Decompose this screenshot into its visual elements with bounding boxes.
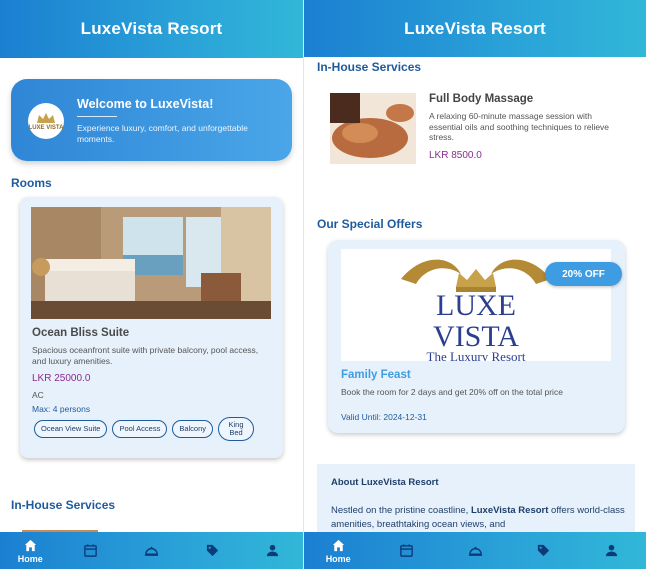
app-title: LuxeVista Resort (404, 18, 546, 38)
service-item[interactable]: Full Body Massage A relaxing 60-minute m… (330, 93, 630, 165)
home-screen-right: LuxeVista Resort In-House Services Full … (303, 0, 646, 569)
service-image (330, 93, 416, 164)
in-house-section-title: In-House Services (317, 60, 422, 74)
room-feature-chips: Ocean View Suite Pool Access Balcony Kin… (34, 417, 255, 441)
app-bar: LuxeVista Resort (0, 0, 303, 58)
nav-offers[interactable] (509, 532, 577, 569)
room-image (31, 207, 271, 319)
welcome-text: Experience luxury, comfort, and unforget… (77, 123, 248, 144)
room-name: Ocean Bliss Suite (32, 327, 130, 339)
home-icon (332, 539, 344, 551)
service-bell-icon (468, 546, 482, 556)
nav-profile[interactable] (578, 532, 646, 569)
tag-icon (537, 544, 550, 557)
bottom-navigation: Home (0, 532, 303, 569)
room-price: LKR 25000.0 (32, 373, 91, 384)
about-text: Nestled on the pristine coastline, LuxeV… (331, 504, 631, 532)
app-bar: LuxeVista Resort (304, 0, 646, 57)
feature-chip[interactable]: Balcony (172, 420, 214, 438)
welcome-card: LUXE VISTA Welcome to LuxeVista! Experie… (11, 79, 292, 161)
about-text-bold: LuxeVista Resort (470, 505, 549, 516)
nav-home[interactable]: Home (0, 532, 61, 569)
nav-bookings[interactable] (372, 532, 440, 569)
in-house-section-title: In-House Services (11, 498, 116, 512)
resort-logo-text: LUXE VISTA (28, 125, 64, 131)
nav-bookings[interactable] (61, 532, 122, 569)
feature-chip[interactable]: Ocean View Suite (34, 420, 108, 438)
profile-icon (267, 544, 279, 557)
bottom-navigation: Home (304, 532, 646, 569)
room-description: Spacious oceanfront suite with private b… (32, 345, 259, 366)
nav-home-label: Home (325, 553, 351, 564)
tag-icon (206, 544, 218, 557)
offer-title: Family Feast (341, 369, 411, 381)
calendar-icon (400, 544, 413, 557)
rooms-section-title: Rooms (11, 176, 52, 190)
offer-valid-until: Valid Until: 2024-12-31 (341, 412, 427, 422)
room-type: AC (32, 390, 44, 400)
service-price: LKR 8500.0 (429, 150, 482, 161)
feature-chip[interactable]: Pool Access (112, 420, 168, 438)
room-card[interactable]: Ocean Bliss Suite Spacious oceanfront su… (20, 197, 283, 458)
nav-profile[interactable] (242, 532, 303, 569)
service-name: Full Body Massage (429, 93, 534, 105)
nav-services[interactable] (121, 532, 182, 569)
service-description: A relaxing 60-minute massage session wit… (429, 111, 610, 142)
home-screen-left: LuxeVista Resort LUXE VISTA Welcome to L… (0, 0, 303, 569)
welcome-divider (77, 116, 117, 117)
welcome-title: Welcome to LuxeVista! (77, 97, 214, 111)
nav-home[interactable]: Home (304, 532, 372, 569)
app-title: LuxeVista Resort (80, 19, 223, 38)
nav-offers[interactable] (182, 532, 243, 569)
calendar-icon (84, 544, 98, 557)
offers-section-title: Our Special Offers (317, 217, 423, 231)
feature-chip[interactable]: King Bed (218, 417, 255, 441)
offer-logo-line1: LUXE (436, 289, 516, 322)
resort-logo: LUXE VISTA (28, 103, 64, 139)
offer-description: Book the room for 2 days and get 20% off… (341, 387, 563, 397)
home-icon (24, 539, 36, 551)
room-max-persons: Max: 4 persons (32, 404, 91, 414)
profile-icon (606, 544, 618, 557)
nav-services[interactable] (441, 532, 509, 569)
offer-card[interactable]: LUXE VISTA The Luxury Resort 20% OFF Fam… (328, 240, 625, 433)
crown-icon (37, 113, 55, 123)
about-text-start: Nestled on the pristine coastline, (331, 505, 471, 516)
screens-container: LuxeVista Resort LUXE VISTA Welcome to L… (0, 0, 646, 569)
service-bell-icon (144, 546, 159, 556)
offer-discount-badge: 20% OFF (545, 262, 622, 286)
offer-logo-tagline: The Luxury Resort (427, 349, 526, 361)
nav-home-label: Home (17, 553, 43, 564)
about-title: About LuxeVista Resort (331, 477, 439, 488)
